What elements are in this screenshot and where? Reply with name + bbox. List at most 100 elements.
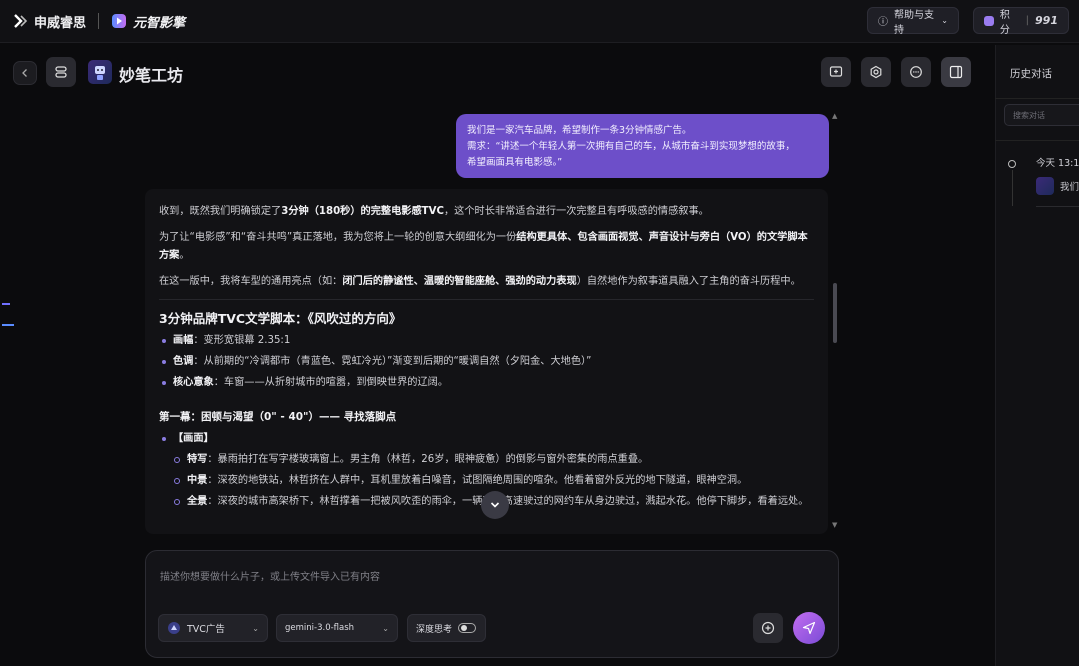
list-item-text: ：深夜的地铁站，林哲挤在人群中，耳机里放着白噪音，试图隔绝周围的喧杂。他看着窗外… [207,475,748,486]
credits-button[interactable]: 积分 | 991 [973,7,1069,36]
workspace-switch-button[interactable] [46,57,76,87]
list-item-label: 色调 [173,356,194,367]
paragraph: 为了让“电影感”和“奋斗共鸣”真正落地，我为您将上一轮的创意大纲细化为一份结构更… [159,229,814,265]
sub-list-item: 特写：暴雨拍打在写字楼玻璃窗上。男主角（林哲，26岁，眼神疲惫）的倒影与窗外密集… [159,451,814,469]
text: 。 [179,250,190,261]
list-item-text: ：暴雨拍打在写字楼玻璃窗上。男主角（林哲，26岁，眼神疲惫）的倒影与窗外密集的雨… [207,454,649,465]
help-support-button[interactable]: ⓘ 帮助与支持 ⌄ [867,7,959,36]
sidebar-panel-icon [949,65,963,79]
brand-name-primary: 申威睿思 [34,15,87,31]
list-item-text: ：变形宽银幕 2.35:1 [193,335,291,346]
list-item-text: ：从前期的“冷调都市（青蓝色、霓虹冷光）”渐变到后期的“暖调自然（夕阳金、大地色… [193,356,592,367]
list-item: 色调：从前期的“冷调都市（青蓝色、霓虹冷光）”渐变到后期的“暖调自然（夕阳金、大… [159,353,814,371]
credits-icon [984,15,994,26]
robot-icon [95,66,105,80]
script-heading: 3分钟品牌TVC文学脚本：《风吹过的方向》 [159,311,402,326]
history-search-input[interactable]: 搜索对话 [1004,104,1079,126]
left-edge-marker [2,324,14,326]
top-bar: 申威睿思 元智影擎 ⓘ 帮助与支持 ⌄ 积分 | 991 [0,0,1079,43]
text: 收到，既然我们明确锁定了 [159,206,282,217]
list-item-label: 特写 [187,454,208,465]
brand-logo-icon [14,14,28,28]
sub-list-item: 中景：深夜的地铁站，林哲挤在人群中，耳机里放着白噪音，试图隔绝周围的喧杂。他看着… [159,472,814,490]
history-item[interactable]: 我们 [1036,176,1079,196]
history-title: 历史对话 [1010,68,1052,80]
text: 为了让“电影感”和“奋斗共鸣”真正落地，我为您将上一轮的创意大纲细化为一份 [159,232,517,243]
scroll-down-arrow[interactable]: ▼ [832,521,837,529]
assistant-message: 收到，既然我们明确锁定了3分钟（180秒）的完整电影感TVC，这个时长非常适合进… [145,189,828,534]
act-heading: 第一幕：困顿与渴望（0" - 40"）—— 寻找落脚点 [159,411,397,423]
comments-button[interactable] [901,57,931,87]
chevron-down-icon: ⌄ [252,623,259,633]
type-select-value: TVC广告 [187,624,225,635]
chevron-down-icon [490,502,500,508]
gear-icon [870,65,882,79]
toggle-sidebar-button[interactable] [941,57,971,87]
list-item-label: 中景 [187,475,208,486]
help-icon: ⓘ [878,17,888,28]
left-edge-marker [2,303,10,305]
text: ，这个时长非常适合进行一次完整且有呼吸感的情感叙事。 [443,206,709,217]
list-item: 【画面】 [159,430,814,448]
list-item-label: 全景 [187,496,208,507]
chevron-down-icon: ⌄ [941,16,948,25]
toggle-switch[interactable] [458,623,477,633]
model-select-value: gemini-3.0-flash [285,623,355,633]
robot-icon [1036,177,1054,195]
list-item: 画幅：变形宽银幕 2.35:1 [159,332,814,350]
bold-text: 3分钟（180秒）的完整电影感TVC [281,206,444,217]
list-item: 核心意象：车窗——从折射城市的喧嚣，到倒映世界的辽阔。 [159,374,814,392]
deep-think-toggle[interactable]: 深度思考 [407,614,486,642]
scroll-to-bottom-button[interactable] [481,491,509,519]
brand-divider [98,13,100,29]
chevron-left-icon [22,69,27,77]
credits-label: 积分 [999,9,1010,36]
app-avatar [88,60,112,84]
page-title: 妙笔工坊 [119,66,184,85]
type-select[interactable]: TVC广告 ⌄ [158,614,268,642]
list-item-text: ：车窗——从折射城市的喧嚣，到倒映世界的辽阔。 [213,377,449,388]
paragraph: 在这一版中，我将车型的通用亮点（如：闭门后的静谧性、温暖的智能座舱、强劲的动力表… [159,273,814,291]
divider [1036,206,1079,207]
send-button[interactable] [793,612,825,644]
history-date: 今天 13:10 [1036,158,1079,169]
credits-value: 991 [1035,14,1058,27]
model-select[interactable]: gemini-3.0-flash ⌄ [276,614,398,642]
layers-icon [55,66,67,78]
send-icon [802,621,816,635]
list-item-label: 【画面】 [173,433,214,444]
chat-bubble-icon [910,66,922,78]
chat-scrollbar[interactable] [833,283,837,343]
history-item-label: 我们 [1060,182,1079,193]
back-button[interactable] [13,61,37,85]
scroll-up-arrow[interactable]: ▲ [832,112,838,120]
bold-text: 闭门后的静谧性、温暖的智能座舱、强劲的动力表现 [342,276,577,287]
divider [159,299,814,300]
new-chat-button[interactable] [821,57,851,87]
timeline-dot [1008,160,1016,168]
user-message-line: 希望画面具有电影感。” [467,157,563,168]
paragraph: 收到，既然我们明确锁定了3分钟（180秒）的完整电影感TVC，这个时长非常适合进… [159,203,814,221]
credits-divider: | [1025,15,1030,26]
list-item-label: 核心意象 [173,377,214,388]
add-chat-icon [829,66,843,77]
history-panel [995,45,1079,666]
help-support-label: 帮助与支持 [894,9,934,36]
prompt-input[interactable]: 描述你想要做什么片子，或上传文件导入已有内容 [160,568,380,583]
attach-button[interactable] [753,613,783,643]
plus-circle-icon [761,621,775,635]
deep-think-label: 深度思考 [416,624,453,635]
text: 在这一版中，我将车型的通用亮点（如： [159,276,343,287]
brand-name-secondary: 元智影擎 [133,15,186,31]
timeline-line [1012,170,1013,206]
user-message-line: 需求：“讲述一个年轻人第一次拥有自己的车，从城市奋斗到实现梦想的故事， [467,141,795,152]
chevron-down-icon: ⌄ [382,623,389,633]
divider [995,140,1079,141]
type-icon [168,622,180,634]
list-item-label: 画幅 [173,335,194,346]
brand-play-icon [112,14,127,28]
settings-button[interactable] [861,57,891,87]
brand: 申威睿思 元智影擎 [12,10,185,32]
user-message-line: 我们是一家汽车品牌，希望制作一条3分钟情感广告。 [467,125,692,136]
text: ）自然地作为叙事道具融入了主角的奋斗历程中。 [576,276,801,287]
